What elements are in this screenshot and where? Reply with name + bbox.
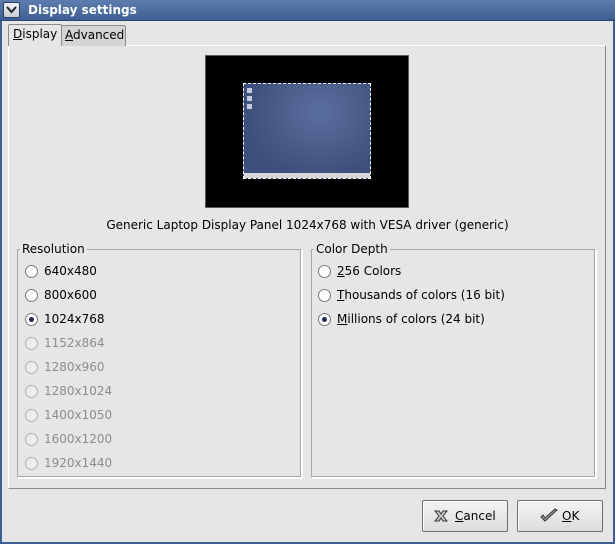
radio-button[interactable]: [25, 289, 38, 302]
resolution-option-label: 1280x960: [44, 360, 105, 374]
check-icon: [540, 508, 558, 522]
chevron-down-icon: [6, 6, 17, 14]
resolution-option-label: 1280x1024: [44, 384, 113, 398]
preview-desktop-icon: [247, 104, 252, 109]
preview-desktop-icon: [247, 88, 252, 93]
color-option-text: housands of colors (16 bit): [344, 288, 505, 302]
color-option-label: Millions of colors (24 bit): [337, 312, 485, 326]
radio-button-selected[interactable]: [25, 313, 38, 326]
window-title: Display settings: [28, 3, 137, 17]
resolution-option-label: 1920x1440: [44, 456, 113, 470]
radio-button-selected[interactable]: [318, 313, 331, 326]
resolution-group-label: Resolution: [20, 242, 87, 256]
color-option-accel: 2: [337, 264, 345, 278]
color-option-label: Thousands of colors (16 bit): [337, 288, 505, 302]
cancel-button-label: Cancel: [455, 509, 496, 523]
color-option-label: 256 Colors: [337, 264, 401, 278]
radio-button-disabled: [25, 385, 38, 398]
cancel-button[interactable]: Cancel: [422, 500, 508, 532]
tab-display[interactable]: Display: [8, 24, 63, 46]
radio-button[interactable]: [318, 265, 331, 278]
color-depth-group-label: Color Depth: [314, 242, 390, 256]
radio-button-disabled: [25, 457, 38, 470]
preview-desktop-icon: [247, 96, 252, 101]
radio-button-disabled: [25, 409, 38, 422]
display-preview: [205, 55, 409, 208]
radio-dot-icon: [29, 317, 34, 322]
color-option-text: illions of colors (24 bit): [347, 312, 485, 326]
cancel-text: ancel: [463, 509, 496, 523]
radio-button-disabled: [25, 361, 38, 374]
resolution-option-label: 1400x1050: [44, 408, 113, 422]
color-option-accel: M: [337, 312, 348, 326]
tab-advanced[interactable]: Advanced: [60, 25, 126, 46]
radio-button[interactable]: [318, 289, 331, 302]
display-description: Generic Laptop Display Panel 1024x768 wi…: [106, 218, 509, 232]
radio-button[interactable]: [25, 265, 38, 278]
color-option-text: 56 Colors: [344, 264, 402, 278]
preview-desktop: [243, 83, 371, 179]
title-bar[interactable]: Display settings: [0, 0, 615, 21]
resolution-option-label: 1600x1200: [44, 432, 113, 446]
tab-advanced-label: dvanced: [73, 28, 125, 42]
window-menu-button[interactable]: [3, 2, 20, 18]
radio-dot-icon: [322, 317, 327, 322]
tab-display-accel: D: [13, 27, 23, 41]
resolution-option-label: 640x480: [44, 264, 97, 278]
radio-button-disabled: [25, 433, 38, 446]
ok-button[interactable]: OK: [517, 500, 603, 532]
resolution-option-label: 1152x864: [44, 336, 105, 350]
radio-button-disabled: [25, 337, 38, 350]
tab-display-label: isplay: [22, 27, 58, 41]
color-depth-group: [311, 249, 596, 478]
resolution-option-label: 800x600: [44, 288, 97, 302]
x-icon: [433, 510, 449, 522]
tab-advanced-accel: A: [65, 28, 73, 42]
window-border-left: [0, 21, 2, 544]
ok-text: K: [571, 509, 580, 523]
resolution-option-label: 1024x768: [44, 312, 105, 326]
preview-taskbar: [244, 173, 370, 178]
ok-button-label: OK: [562, 509, 579, 523]
